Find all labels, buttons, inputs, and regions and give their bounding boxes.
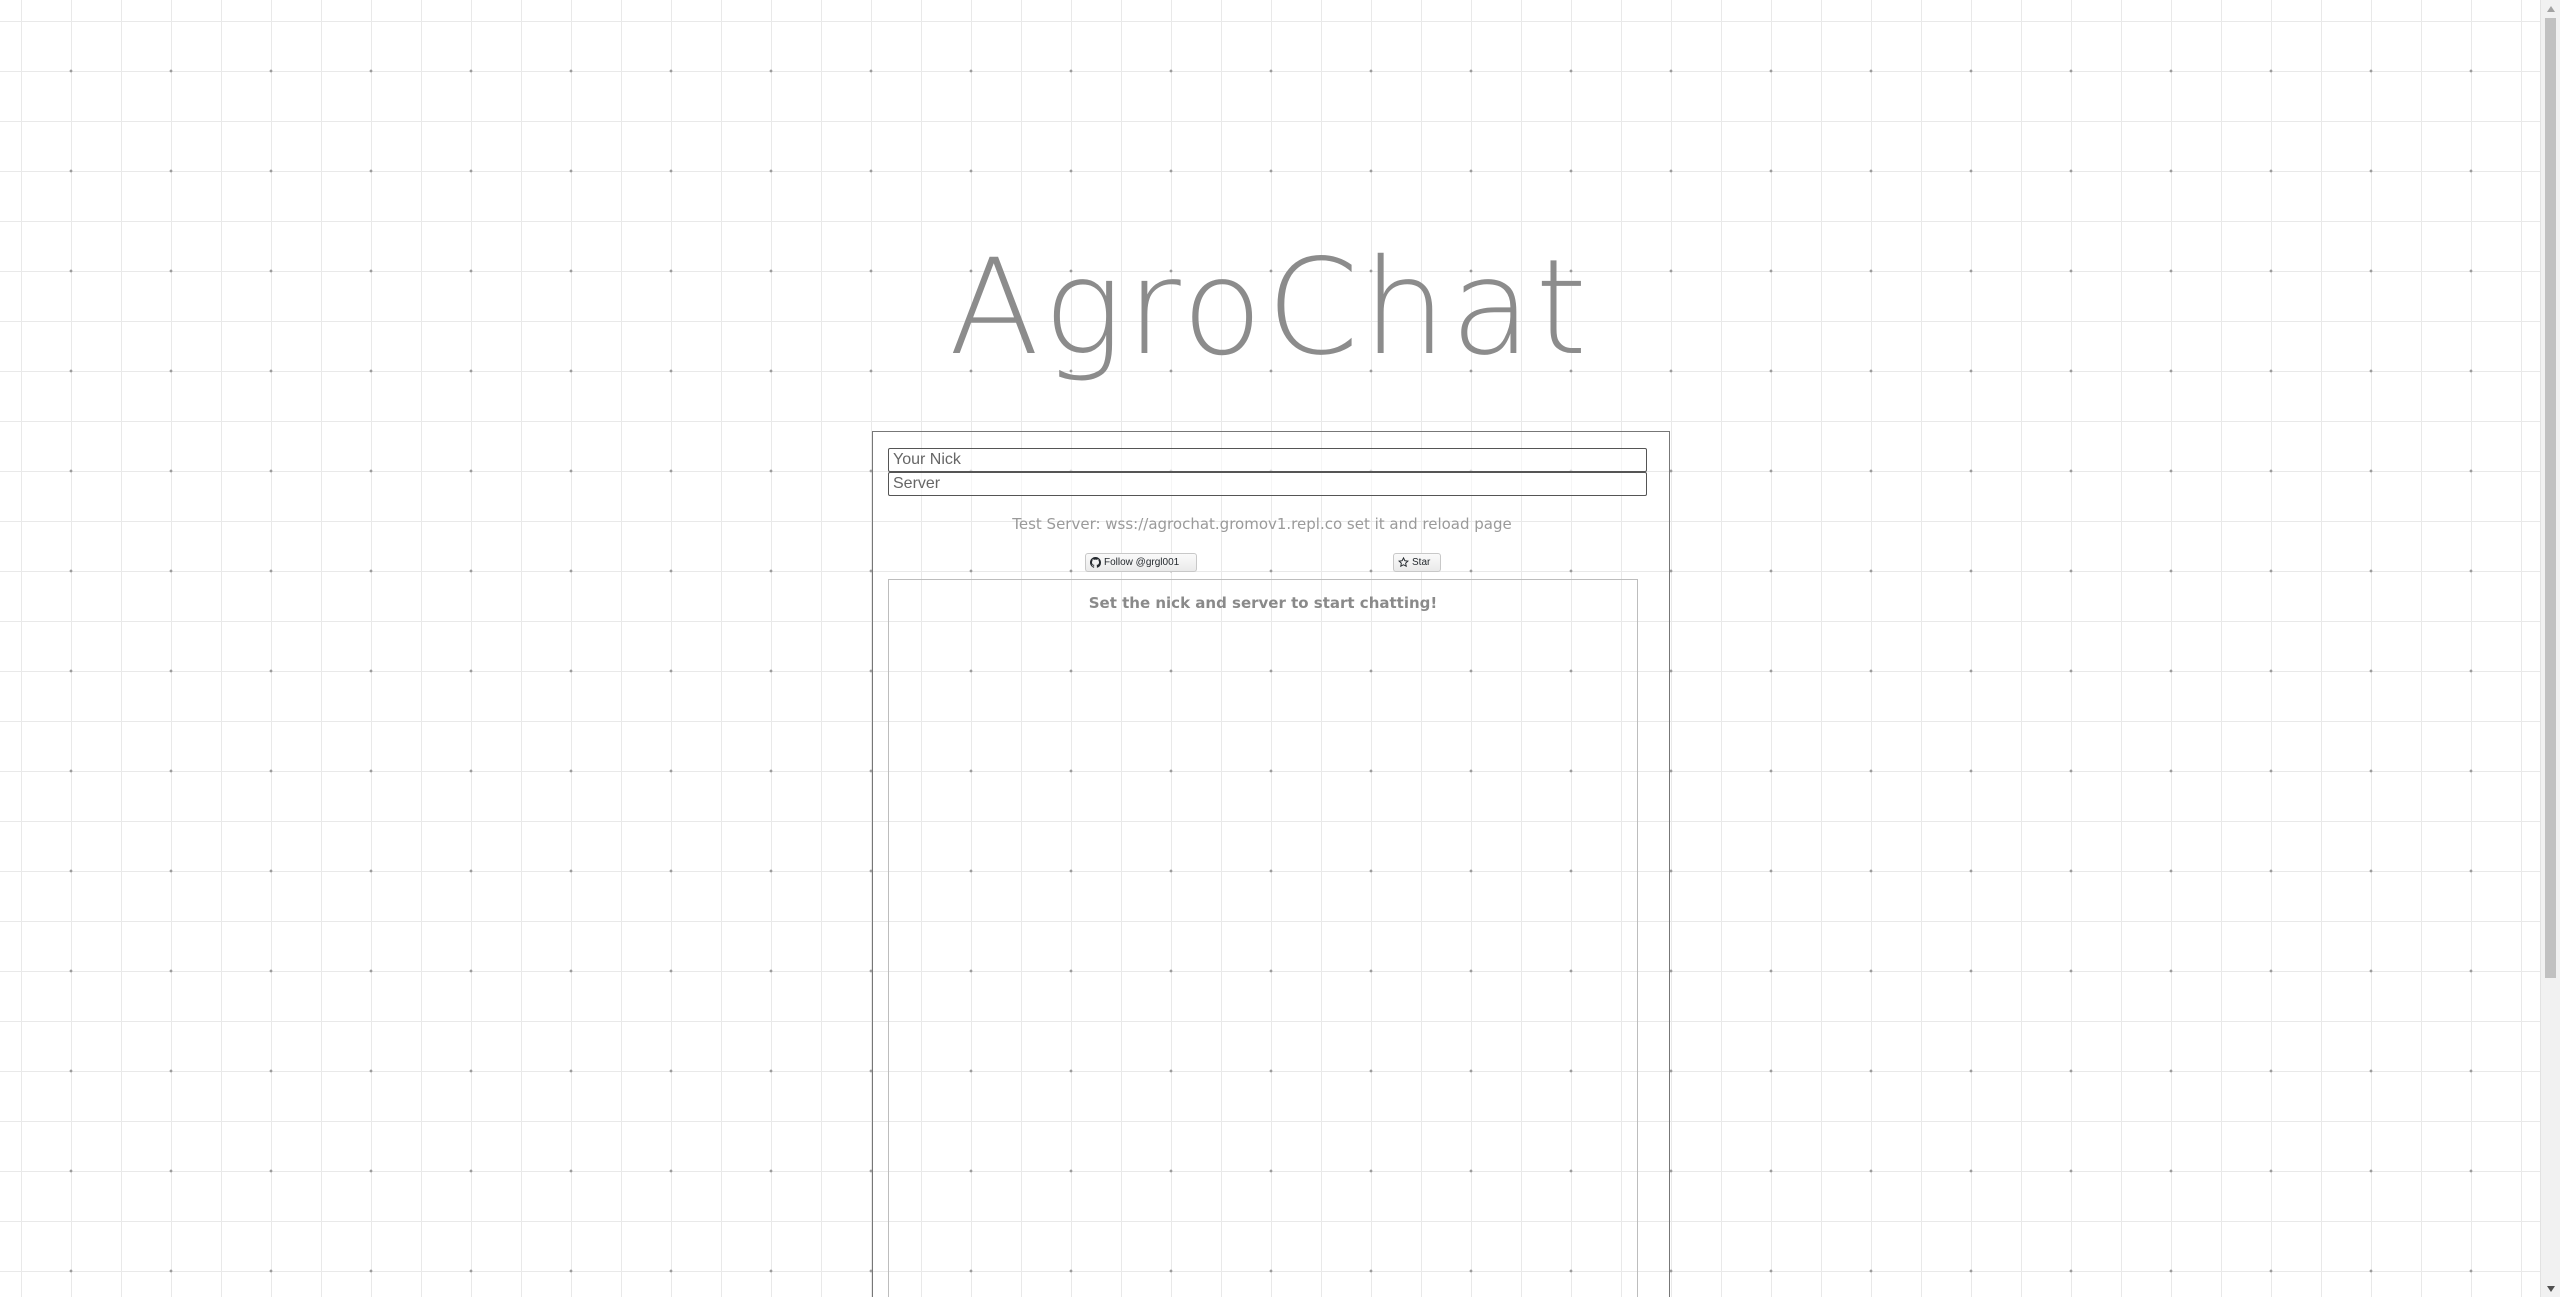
github-star-label: Star	[1412, 557, 1431, 568]
github-follow-button[interactable]: Follow @grgl001	[1085, 553, 1197, 572]
scroll-up-arrow-icon[interactable]	[2541, 0, 2560, 17]
test-server-note: Test Server: wss://agrochat.gromov1.repl…	[1012, 515, 1512, 533]
github-follow-label: Follow @grgl001	[1104, 557, 1180, 568]
nick-input[interactable]	[888, 448, 1647, 472]
github-star-button[interactable]: Star	[1393, 553, 1441, 572]
star-icon	[1398, 557, 1409, 568]
app-title: AgroChat	[948, 231, 1592, 385]
chat-area[interactable]	[888, 579, 1638, 1297]
scroll-down-arrow-icon[interactable]	[2541, 1280, 2560, 1297]
scrollbar-thumb[interactable]	[2545, 18, 2556, 978]
github-icon	[1090, 557, 1101, 568]
server-input[interactable]	[888, 472, 1647, 496]
chat-empty-message: Set the nick and server to start chattin…	[1088, 594, 1438, 612]
page-scrollbar[interactable]	[2540, 0, 2560, 1297]
